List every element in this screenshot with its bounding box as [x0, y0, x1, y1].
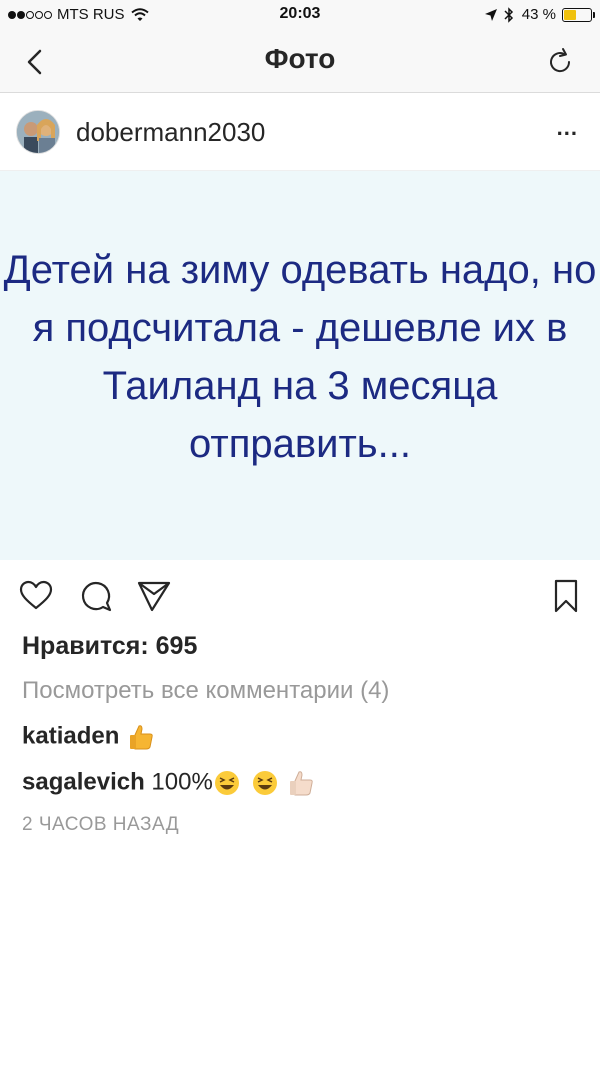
battery-percent: 43 % — [521, 6, 556, 23]
refresh-icon[interactable] — [542, 44, 578, 80]
location-arrow-icon — [484, 8, 497, 21]
post-username[interactable]: dobermann2030 — [76, 117, 265, 148]
comment-icon[interactable] — [78, 578, 114, 614]
view-all-comments-link[interactable]: Посмотреть все комментарии (4) — [22, 677, 389, 705]
thumbs-up-light-skin-icon — [290, 771, 313, 796]
more-options-icon[interactable]: ... — [557, 115, 578, 141]
status-right: 43 % — [484, 6, 595, 23]
comment-text: 100% — [151, 768, 213, 796]
send-icon[interactable] — [136, 578, 172, 614]
post-image[interactable]: Детей на зиму одевать надо, но я подсчит… — [0, 171, 600, 560]
page-title: Фото — [264, 43, 336, 74]
post-timestamp: 2 ЧАСОВ НАЗАД — [22, 814, 180, 835]
battery-icon — [562, 7, 595, 22]
grinning-squinting-face-icon — [253, 771, 278, 795]
likes-count[interactable]: Нравится: 695 — [22, 632, 197, 661]
heart-icon[interactable] — [18, 578, 54, 614]
avatar[interactable] — [16, 110, 60, 154]
post-actions — [0, 570, 600, 624]
post-image-text: Детей на зиму одевать надо, но я подсчит… — [3, 248, 597, 466]
comment-item: katiaden — [22, 722, 156, 752]
comment-item: sagalevich 100% — [22, 768, 316, 798]
bookmark-icon[interactable] — [548, 578, 584, 614]
grinning-squinting-face-icon — [214, 771, 239, 795]
nav-bar: Фото — [0, 30, 600, 93]
comment-username[interactable]: katiaden — [22, 722, 119, 749]
thumbs-up-icon — [130, 725, 153, 750]
post-header: dobermann2030 ... — [0, 93, 600, 171]
comment-username[interactable]: sagalevich — [22, 768, 145, 795]
status-bar: MTS RUS 20:03 43 % — [0, 0, 600, 30]
bluetooth-icon — [504, 6, 513, 23]
